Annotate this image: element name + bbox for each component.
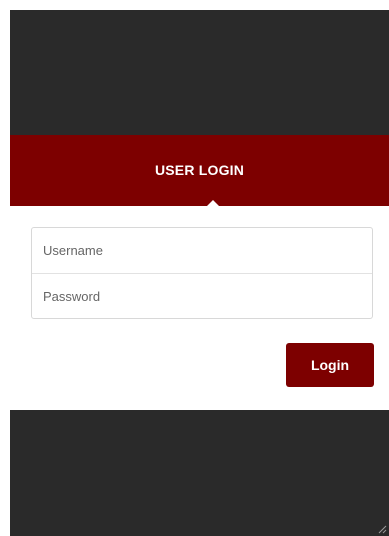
dark-background-top [10, 10, 389, 135]
login-title: USER LOGIN [154, 161, 245, 178]
login-button[interactable]: Login [286, 343, 374, 387]
resize-grip-icon[interactable] [377, 524, 387, 534]
dark-background-bottom [10, 410, 389, 536]
login-panel: Login [10, 206, 389, 410]
username-input[interactable] [32, 228, 372, 273]
password-input[interactable] [32, 273, 372, 318]
credentials-group [31, 227, 373, 319]
login-page: USER LOGIN Login [0, 0, 389, 536]
login-header: USER LOGIN [10, 135, 389, 206]
